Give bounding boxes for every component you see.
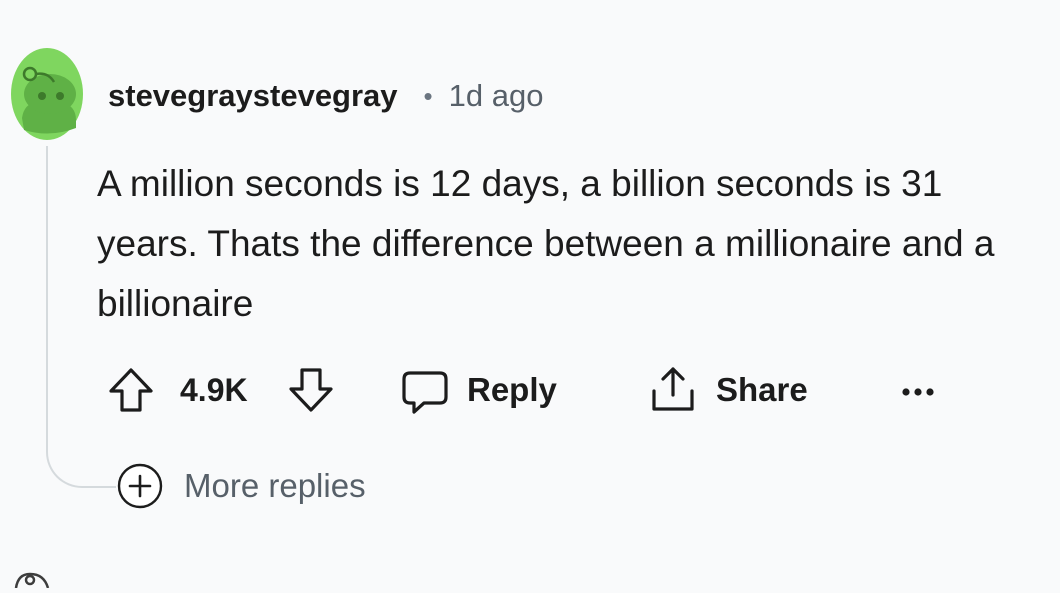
avatar[interactable] xyxy=(10,46,84,142)
reddit-snoo-avatar-icon xyxy=(11,48,83,140)
arrow-up-icon xyxy=(109,368,153,412)
comment-meta: stevegraystevegray • 1d ago xyxy=(108,78,543,114)
username[interactable]: stevegraystevegray xyxy=(108,78,398,114)
score-count: 4.9K xyxy=(180,371,248,408)
arrow-down-icon xyxy=(289,368,333,412)
more-replies-button[interactable]: More replies xyxy=(116,462,366,510)
share-icon xyxy=(652,367,694,411)
speech-bubble-icon xyxy=(402,371,448,414)
vote-score: 4.9K xyxy=(180,360,248,420)
meta-separator: • xyxy=(423,80,433,111)
reply-button[interactable]: Reply xyxy=(400,360,557,420)
action-bar: 4.9K Reply Share xyxy=(0,360,1060,420)
ellipsis-icon xyxy=(902,388,934,396)
comment-body: A million seconds is 12 days, a billion … xyxy=(97,163,995,324)
downvote-button[interactable] xyxy=(286,360,336,420)
reply-label: Reply xyxy=(467,371,557,408)
more-options-button[interactable] xyxy=(898,360,938,420)
share-label: Share xyxy=(716,371,808,408)
timestamp[interactable]: 1d ago xyxy=(449,78,544,114)
upvote-button[interactable] xyxy=(106,360,156,420)
next-comment-avatar xyxy=(10,568,54,589)
reddit-snoo-avatar-icon xyxy=(14,572,50,589)
plus-circle-icon xyxy=(117,463,163,509)
more-replies-label: More replies xyxy=(184,467,366,504)
share-button[interactable]: Share xyxy=(648,360,808,420)
